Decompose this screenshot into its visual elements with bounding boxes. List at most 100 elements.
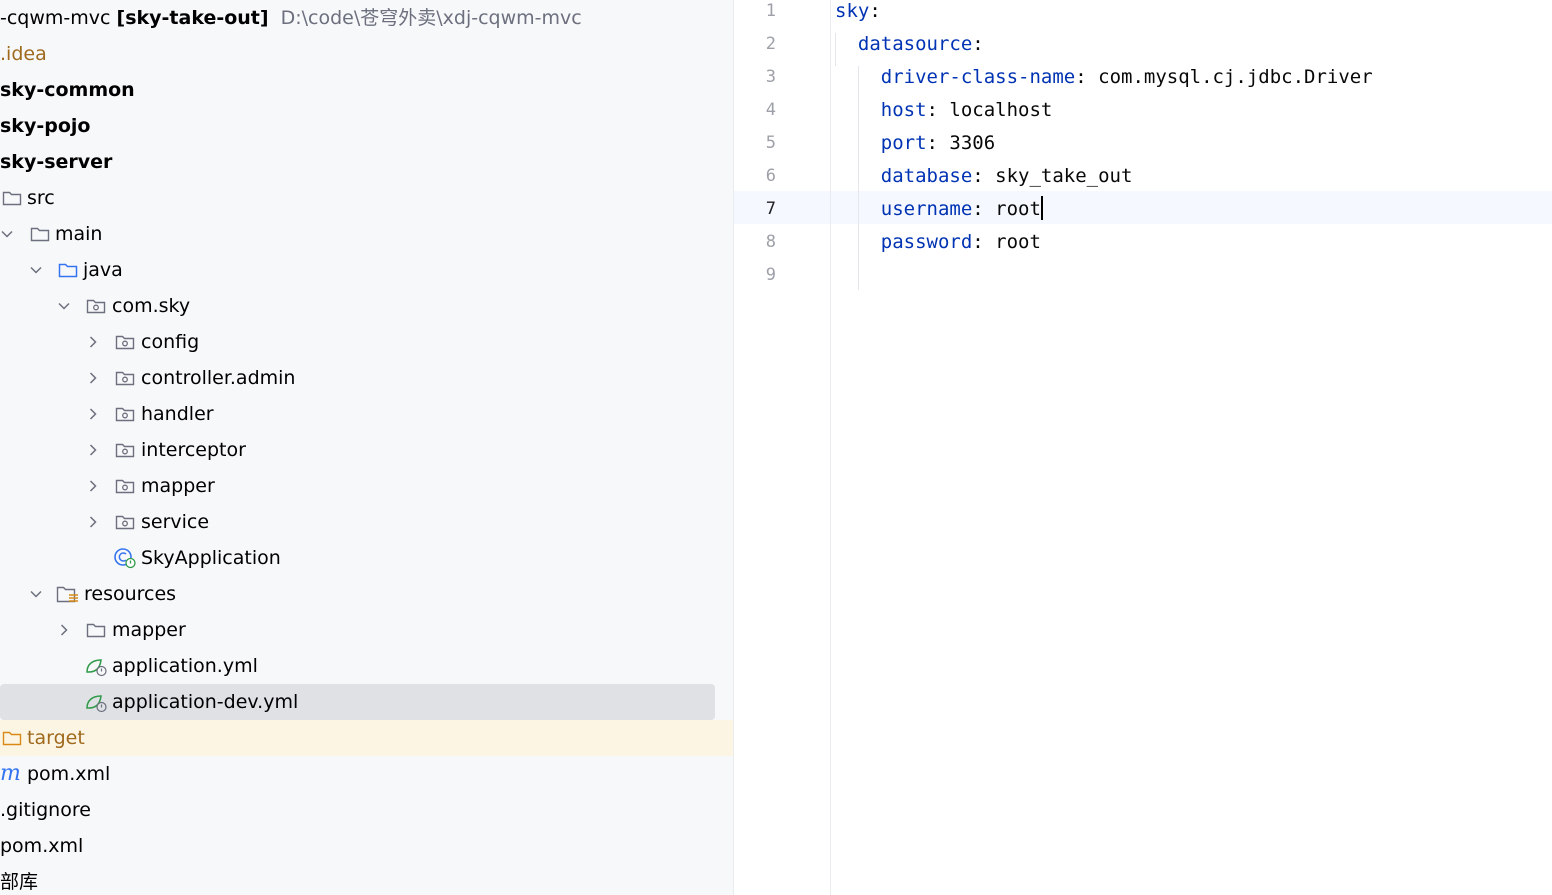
tree-item-label: com.sky xyxy=(112,295,191,317)
tree-item-idea[interactable]: .idea xyxy=(0,36,733,72)
tree-item-label: mapper xyxy=(112,619,186,641)
maven-icon: m xyxy=(0,761,21,786)
tree-item-com-sky[interactable]: com.sky xyxy=(0,288,733,324)
code-line-7[interactable]: username: root xyxy=(835,193,1043,226)
yaml-key: username xyxy=(880,198,973,220)
code-editor[interactable]: 1 2 3 4 5 6 7 8 9 sky: datasource: drive… xyxy=(734,0,1552,895)
line-number: 8 xyxy=(765,232,776,252)
tree-item-gitignore[interactable]: .gitignore xyxy=(0,792,733,828)
yaml-value: 3306 xyxy=(949,132,996,154)
tree-item-java[interactable]: java xyxy=(0,252,733,288)
package-icon xyxy=(113,403,137,425)
line-number: 2 xyxy=(765,34,776,54)
code-line-2[interactable]: datasource: xyxy=(835,28,984,61)
tree-item-src[interactable]: src xyxy=(0,180,733,216)
tree-item-label: handler xyxy=(141,403,214,425)
folder-icon xyxy=(28,223,52,245)
tree-item-label: sky-server xyxy=(0,151,113,173)
yaml-value: com.mysql.cj.jdbc.Driver xyxy=(1098,66,1373,88)
project-root-name: -cqwm-mvc xyxy=(0,7,111,29)
chevron-right-icon[interactable] xyxy=(86,432,100,468)
tree-item-label: main xyxy=(55,223,103,245)
spring-yaml-icon xyxy=(84,691,108,713)
project-path: D:\code\苍穹外卖\xdj-cqwm-mvc xyxy=(280,7,582,29)
line-number: 3 xyxy=(765,67,776,87)
code-line-4[interactable]: host: localhost xyxy=(835,94,1053,127)
chevron-right-icon[interactable] xyxy=(86,360,100,396)
chevron-down-icon[interactable] xyxy=(29,252,43,288)
yaml-value: localhost xyxy=(949,99,1053,121)
tree-item-label: pom.xml xyxy=(0,835,84,857)
tree-item-controller-admin[interactable]: controller.admin xyxy=(0,360,733,396)
tree-item-config[interactable]: config xyxy=(0,324,733,360)
chevron-down-icon[interactable] xyxy=(29,576,43,612)
chevron-right-icon[interactable] xyxy=(86,324,100,360)
tree-item-label: pom.xml xyxy=(27,763,111,785)
project-tree: -cqwm-mvc [sky-take-out] D:\code\苍穹外卖\xd… xyxy=(0,0,733,895)
chevron-right-icon[interactable] xyxy=(86,504,100,540)
tree-item-main[interactable]: main xyxy=(0,216,733,252)
code-line-5[interactable]: port: 3306 xyxy=(835,127,995,160)
chevron-right-icon[interactable] xyxy=(86,468,100,504)
tree-item-label: resources xyxy=(84,583,177,605)
chevron-right-icon[interactable] xyxy=(57,612,71,648)
tree-item-label: interceptor xyxy=(141,439,246,461)
line-number: 5 xyxy=(765,133,776,153)
project-root-row[interactable]: -cqwm-mvc [sky-take-out] D:\code\苍穹外卖\xd… xyxy=(0,0,733,36)
line-number: 4 xyxy=(765,100,776,120)
tree-item-label: SkyApplication xyxy=(141,547,281,569)
tree-item-mapper-folder[interactable]: mapper xyxy=(0,612,733,648)
tree-item-interceptor[interactable]: interceptor xyxy=(0,432,733,468)
yaml-key: port xyxy=(880,132,927,154)
spring-boot-class-icon xyxy=(113,547,137,569)
text-caret xyxy=(1040,196,1043,220)
tree-item-label: sky-common xyxy=(0,79,135,101)
yaml-key: password xyxy=(880,231,973,253)
yaml-value: root xyxy=(995,198,1041,220)
line-number: 6 xyxy=(765,166,776,186)
project-module-name: [sky-take-out] xyxy=(116,7,269,29)
excluded-folder-icon xyxy=(0,727,24,749)
resources-folder-icon xyxy=(56,583,80,605)
tree-item-application-dev-yml[interactable]: application-dev.yml xyxy=(0,684,715,720)
tree-item-libraries[interactable]: 部库 xyxy=(0,864,733,895)
tree-item-handler[interactable]: handler xyxy=(0,396,733,432)
tree-item-sky-pojo[interactable]: sky-pojo xyxy=(0,108,733,144)
code-line-1[interactable]: sky: xyxy=(835,0,881,28)
yaml-value: root xyxy=(995,231,1041,253)
tree-item-resources[interactable]: resources xyxy=(0,576,733,612)
tree-item-sky-common[interactable]: sky-common xyxy=(0,72,733,108)
tree-item-target[interactable]: target xyxy=(0,720,733,756)
code-line-6[interactable]: database: sky_take_out xyxy=(835,160,1133,193)
tree-item-label: target xyxy=(27,727,85,749)
yaml-key: database xyxy=(880,165,973,187)
chevron-right-icon[interactable] xyxy=(86,396,100,432)
line-number: 9 xyxy=(765,265,776,285)
tree-item-label: controller.admin xyxy=(141,367,296,389)
tree-item-service[interactable]: service xyxy=(0,504,733,540)
code-line-8[interactable]: password: root xyxy=(835,226,1041,259)
spring-yaml-icon xyxy=(84,655,108,677)
package-icon xyxy=(113,511,137,533)
folder-icon xyxy=(84,619,108,641)
code-line-3[interactable]: driver-class-name: com.mysql.cj.jdbc.Dri… xyxy=(835,61,1373,94)
folder-icon xyxy=(0,187,24,209)
tree-item-mapper-package[interactable]: mapper xyxy=(0,468,733,504)
tree-item-label: .gitignore xyxy=(0,799,91,821)
yaml-key: driver-class-name xyxy=(880,66,1076,88)
tree-item-label: src xyxy=(27,187,55,209)
yaml-key: host xyxy=(880,99,927,121)
package-icon xyxy=(113,331,137,353)
tree-item-sky-server[interactable]: sky-server xyxy=(0,144,733,180)
tree-item-pom-xml-root[interactable]: pom.xml xyxy=(0,828,733,864)
tree-item-pom-xml-module[interactable]: m pom.xml xyxy=(0,756,733,792)
package-icon xyxy=(113,439,137,461)
tree-item-label: sky-pojo xyxy=(0,115,91,137)
tree-item-application-yml[interactable]: application.yml xyxy=(0,648,733,684)
gutter-separator xyxy=(830,0,831,895)
tree-item-label: mapper xyxy=(141,475,215,497)
line-number: 1 xyxy=(765,1,776,21)
chevron-down-icon[interactable] xyxy=(0,216,14,252)
chevron-down-icon[interactable] xyxy=(57,288,71,324)
tree-item-sky-application[interactable]: SkyApplication xyxy=(0,540,733,576)
